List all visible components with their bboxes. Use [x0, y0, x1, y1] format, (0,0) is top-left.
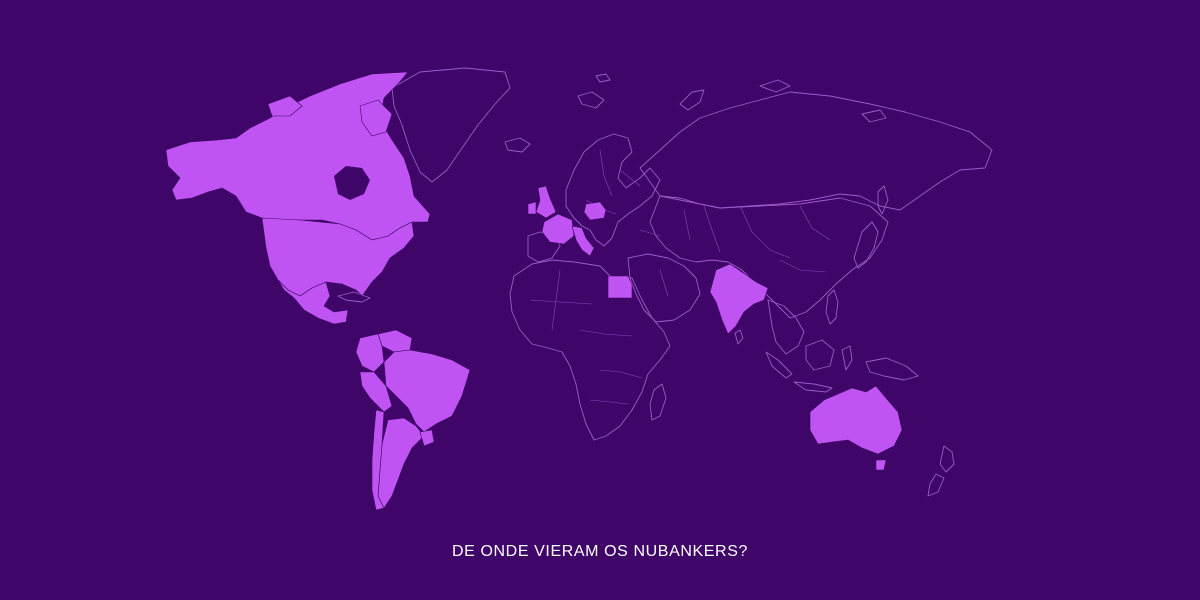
world-map-page: DE ONDE VIERAM OS NUBANKERS? [0, 0, 1200, 600]
new-guinea-outline [865, 357, 919, 381]
country-poland [583, 201, 607, 221]
asia-outline [649, 195, 889, 319]
sulawesi-outline [841, 345, 853, 371]
sumatra-outline [765, 351, 793, 379]
new-zealand-outline [939, 445, 955, 473]
greenland-outline [391, 67, 511, 183]
borneo-outline [805, 339, 835, 371]
southeast-asia-outline [767, 299, 805, 355]
country-canada [165, 71, 431, 241]
siberian-island-outline [759, 79, 791, 93]
country-uruguay [419, 429, 435, 447]
country-australia [809, 385, 903, 455]
sri-lanka-outline [734, 329, 744, 345]
country-borders [529, 149, 831, 405]
arctic-island-outline [595, 73, 611, 83]
highlighted-countries [165, 71, 903, 511]
sakhalin-outline [877, 185, 889, 215]
java-outline [793, 381, 833, 393]
siberian-island-outline-2 [861, 109, 887, 123]
country-ireland-shape [527, 201, 537, 215]
country-argentina [377, 417, 425, 509]
philippines-outline [825, 289, 839, 325]
map-caption: DE ONDE VIERAM OS NUBANKERS? [452, 543, 748, 560]
world-map [165, 67, 993, 511]
japan-outline [853, 221, 879, 269]
country-india [709, 263, 769, 335]
country-france [541, 213, 575, 245]
svalbard-outline [577, 91, 605, 109]
madagascar-outline [649, 383, 667, 421]
new-zealand-south-outline [927, 473, 945, 497]
novaya-zemlya-outline [679, 89, 705, 111]
country-colombia [355, 333, 385, 373]
country-egypt [607, 275, 633, 299]
cuba-outline [337, 291, 371, 303]
country-venezuela [377, 329, 413, 353]
iceland-outline [504, 137, 531, 153]
country-united-kingdom [535, 185, 557, 219]
middle-east-outline [627, 253, 701, 323]
russia-outline [639, 91, 993, 211]
country-australia-tasmania [875, 459, 887, 471]
africa-outline [509, 259, 671, 441]
